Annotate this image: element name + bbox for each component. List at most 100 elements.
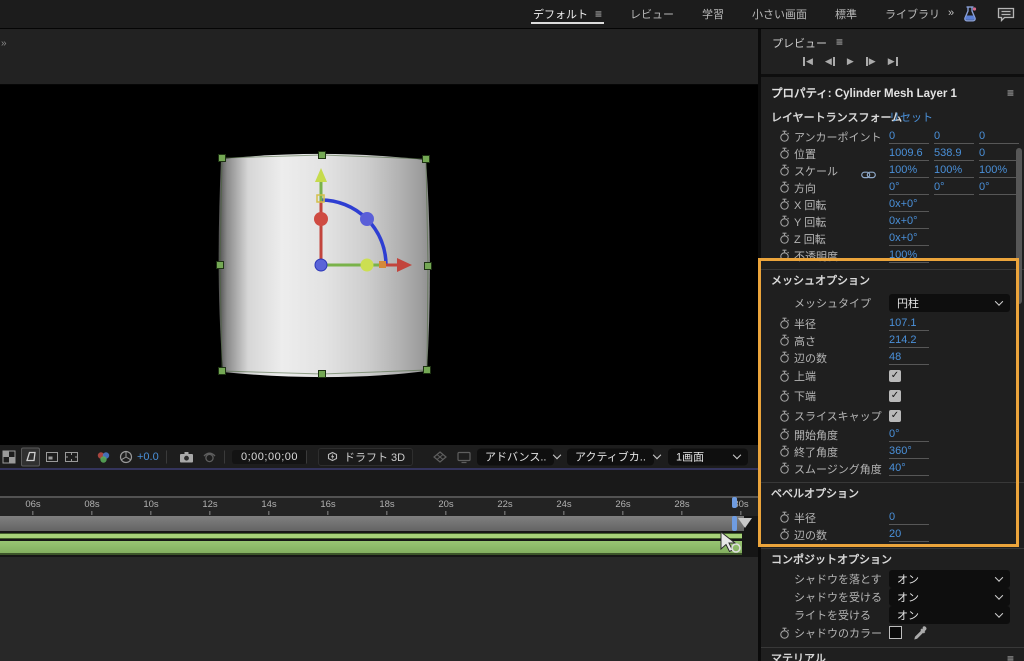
stopwatch-icon[interactable] (761, 198, 794, 211)
property-dropdown[interactable]: 円柱 (889, 294, 1010, 312)
layer-duration-bar[interactable] (0, 541, 742, 555)
property-value[interactable]: 107.1 (889, 316, 929, 331)
playhead-marker-top[interactable] (732, 497, 737, 508)
property-value[interactable]: 48 (889, 350, 929, 365)
guides-safe-margins-icon[interactable] (64, 450, 79, 464)
time-ruler[interactable]: 06s 08s 10s 12s 14s 16s 18s 20s 22s 24s 26s 28s 30s (0, 496, 758, 516)
stopwatch-icon[interactable] (761, 528, 794, 541)
stopwatch-icon[interactable] (761, 370, 794, 383)
property-value[interactable]: 100% (979, 163, 1019, 178)
stopwatch-icon[interactable] (761, 232, 794, 245)
property-value[interactable]: 20 (889, 527, 929, 542)
stopwatch-icon[interactable] (761, 428, 794, 441)
property-value[interactable]: 40° (889, 461, 929, 476)
workspace-tab[interactable]: ライブラリ (885, 0, 940, 28)
draft-3d-button[interactable]: ドラフト 3D (318, 447, 414, 466)
show-snapshot-icon[interactable] (202, 450, 217, 464)
workspace-tab[interactable]: 学習 (702, 0, 724, 28)
ground-plane-icon[interactable] (432, 450, 448, 464)
workspace-overflow-icon[interactable]: » (948, 7, 954, 19)
camera-dropdown[interactable]: アクティブカ.. (567, 448, 662, 465)
property-value[interactable]: 0x+0° (889, 197, 929, 212)
property-value[interactable]: 0° (889, 180, 929, 195)
renderer-dropdown[interactable]: アドバンス.. (477, 448, 562, 465)
checkbox[interactable]: ✓ (889, 370, 901, 382)
extended-viewer-icon[interactable] (456, 450, 472, 464)
stopwatch-icon[interactable] (761, 390, 794, 403)
properties-menu-icon[interactable]: ≡ (1007, 86, 1014, 100)
first-frame-button[interactable]: ◀ (803, 57, 813, 66)
property-value[interactable]: 100% (889, 163, 929, 178)
property-value[interactable]: 0 (889, 129, 929, 144)
region-of-interest-icon[interactable] (45, 450, 59, 464)
property-value[interactable]: 0 (934, 129, 974, 144)
layer-outline-bar[interactable] (0, 533, 742, 539)
property-value[interactable]: 100% (934, 163, 974, 178)
playhead-marker[interactable] (732, 516, 737, 531)
stopwatch-icon[interactable] (761, 181, 794, 194)
stopwatch-icon[interactable] (761, 462, 794, 475)
last-frame-button[interactable]: ▶ (888, 57, 898, 66)
property-value[interactable]: 0 (889, 510, 929, 525)
section-menu-icon[interactable]: ≡ (1007, 649, 1014, 661)
red-handle[interactable] (314, 212, 328, 226)
beta-flask-icon[interactable] (962, 5, 978, 28)
feedback-bubble-icon[interactable] (997, 7, 1015, 27)
property-value[interactable]: 0 (979, 129, 1019, 144)
checkbox[interactable]: ✓ (889, 390, 901, 402)
property-value[interactable]: 0° (889, 427, 929, 442)
stopwatch-icon[interactable] (761, 511, 794, 524)
composition-viewport[interactable] (0, 85, 758, 445)
workspace-tab[interactable]: 標準 (835, 0, 857, 28)
property-value[interactable]: 100% (889, 248, 929, 263)
navigator-end-arrow[interactable] (738, 518, 752, 528)
eyedropper-icon[interactable] (913, 626, 927, 645)
checkbox[interactable]: ✓ (889, 410, 901, 422)
snapshot-camera-icon[interactable] (179, 450, 194, 463)
scale-handle[interactable] (360, 258, 374, 272)
preview-menu-icon[interactable]: ≡ (836, 35, 843, 51)
property-value[interactable]: 0x+0° (889, 231, 929, 246)
property-value[interactable]: 214.2 (889, 333, 929, 348)
orange-handle[interactable] (379, 261, 386, 268)
mask-visibility-button[interactable] (21, 447, 40, 466)
property-value[interactable]: 0° (934, 180, 974, 195)
property-value[interactable]: 0 (979, 146, 1019, 161)
stopwatch-icon[interactable] (761, 147, 794, 160)
panel-collapse-icon[interactable]: » (1, 38, 7, 49)
next-frame-button[interactable]: ▶ (865, 57, 876, 66)
exposure-icon[interactable] (119, 450, 133, 464)
stopwatch-icon[interactable] (761, 130, 794, 143)
stopwatch-icon[interactable] (761, 627, 794, 640)
previous-frame-button[interactable]: ◀ (825, 57, 835, 66)
reset-link[interactable]: リセット (889, 108, 933, 128)
property-value[interactable]: 0x+0° (889, 214, 929, 229)
property-value[interactable]: 360° (889, 444, 929, 459)
property-value[interactable]: 1009.6 (889, 146, 929, 161)
stopwatch-icon[interactable] (761, 317, 794, 330)
transparency-grid-icon[interactable] (2, 450, 16, 464)
property-dropdown[interactable]: オン (889, 588, 1010, 606)
workspace-menu-icon[interactable]: ≡ (595, 7, 602, 21)
stopwatch-icon[interactable] (761, 445, 794, 458)
color-swatch[interactable] (889, 626, 902, 639)
stopwatch-icon[interactable] (761, 334, 794, 347)
stopwatch-icon[interactable] (761, 351, 794, 364)
exposure-value[interactable]: +0.0 (137, 451, 159, 463)
panel-scrollbar[interactable] (1016, 148, 1022, 304)
stopwatch-icon[interactable] (761, 215, 794, 228)
timecode-display[interactable]: 0;00;00;00 (232, 449, 307, 464)
stopwatch-icon[interactable] (761, 410, 794, 423)
arc-handle[interactable] (360, 212, 374, 226)
work-area-bar[interactable] (0, 516, 744, 531)
workspace-tab[interactable]: デフォルト ≡ (530, 0, 605, 28)
workspace-tab[interactable]: レビュー (630, 0, 674, 28)
anchor-handle[interactable] (314, 258, 328, 272)
property-value[interactable]: 538.9 (934, 146, 974, 161)
view-layout-dropdown[interactable]: 1画面 (668, 448, 748, 465)
play-button[interactable]: ▶ (847, 57, 854, 66)
stopwatch-icon[interactable] (761, 249, 794, 262)
property-dropdown[interactable]: オン (889, 570, 1010, 588)
property-dropdown[interactable]: オン (889, 606, 1010, 624)
workspace-tab[interactable]: 小さい画面 (752, 0, 807, 28)
